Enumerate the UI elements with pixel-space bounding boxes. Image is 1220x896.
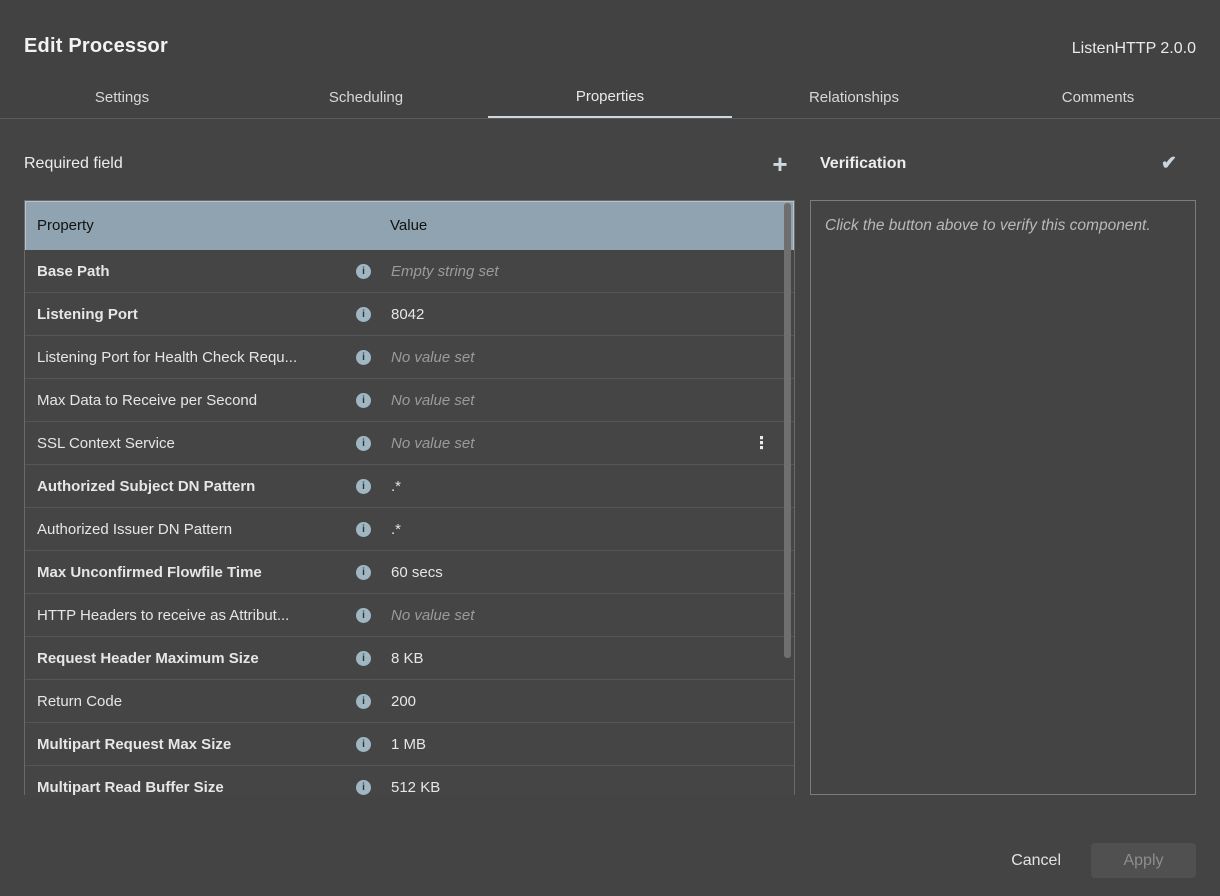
table-scrollbar-thumb[interactable]: [784, 203, 791, 658]
property-value[interactable]: No value set: [391, 607, 474, 624]
table-row[interactable]: Request Header Maximum Sizei 8 KB: [25, 637, 794, 680]
tab-relationships[interactable]: Relationships: [732, 76, 976, 118]
property-value[interactable]: Empty string set: [391, 263, 499, 280]
verification-message: Click the button above to verify this co…: [811, 201, 1195, 252]
add-property-button[interactable]: +: [765, 149, 795, 179]
table-row[interactable]: Multipart Request Max Sizei 1 MB: [25, 723, 794, 766]
table-row[interactable]: Return Codei 200: [25, 680, 794, 723]
info-icon[interactable]: i: [356, 522, 371, 537]
property-value[interactable]: No value set: [391, 435, 474, 452]
column-header-value: Value: [390, 217, 427, 234]
table-row[interactable]: Authorized Subject DN Patterni .*: [25, 465, 794, 508]
property-name: Authorized Issuer DN Pattern: [37, 521, 356, 538]
column-header-property: Property: [37, 217, 390, 234]
info-icon[interactable]: i: [356, 737, 371, 752]
property-name: Listening Port: [37, 306, 356, 323]
property-name: Base Path: [37, 263, 356, 280]
table-row[interactable]: Multipart Read Buffer Sizei 512 KB: [25, 766, 794, 795]
table-row[interactable]: Listening Porti 8042: [25, 293, 794, 336]
table-header-row: Property Value: [25, 201, 794, 250]
property-name: Listening Port for Health Check Requ...: [37, 349, 356, 366]
property-value[interactable]: .*: [391, 478, 401, 495]
properties-section-header: Required field +: [24, 148, 795, 180]
tab-bar: Settings Scheduling Properties Relations…: [0, 76, 1220, 119]
property-value[interactable]: .*: [391, 521, 401, 538]
apply-button[interactable]: Apply: [1091, 843, 1196, 878]
property-name: Return Code: [37, 693, 356, 710]
table-row[interactable]: HTTP Headers to receive as Attribut...i N…: [25, 594, 794, 637]
property-name: Authorized Subject DN Pattern: [37, 478, 356, 495]
verification-label: Verification: [820, 155, 906, 173]
property-value[interactable]: 8042: [391, 306, 424, 323]
dialog-title: Edit Processor: [24, 35, 168, 58]
tab-settings[interactable]: Settings: [0, 76, 244, 118]
property-name: SSL Context Service: [37, 435, 356, 452]
info-icon[interactable]: i: [356, 694, 371, 709]
edit-processor-dialog: Edit Processor ListenHTTP 2.0.0 Settings…: [0, 0, 1220, 896]
plus-icon: +: [772, 149, 787, 179]
info-icon[interactable]: i: [356, 264, 371, 279]
verification-section-header: Verification ✔: [820, 148, 1184, 180]
required-field-label: Required field: [24, 155, 123, 173]
property-name: Request Header Maximum Size: [37, 650, 356, 667]
tab-comments[interactable]: Comments: [976, 76, 1220, 118]
property-value[interactable]: 60 secs: [391, 564, 443, 581]
info-icon[interactable]: i: [356, 608, 371, 623]
tab-scheduling[interactable]: Scheduling: [244, 76, 488, 118]
verification-panel: Click the button above to verify this co…: [810, 200, 1196, 795]
property-value[interactable]: 512 KB: [391, 779, 440, 796]
info-icon[interactable]: i: [356, 350, 371, 365]
property-name: Max Data to Receive per Second: [37, 392, 356, 409]
dialog-footer: Cancel Apply: [1003, 843, 1196, 878]
table-row[interactable]: Listening Port for Health Check Requ...i…: [25, 336, 794, 379]
properties-table: Property Value Base PathiEmpty string se…: [24, 200, 795, 795]
table-row[interactable]: Max Unconfirmed Flowfile Timei 60 secs: [25, 551, 794, 594]
check-icon: ✔: [1161, 149, 1177, 179]
verify-button[interactable]: ✔: [1154, 149, 1184, 179]
property-name: Multipart Request Max Size: [37, 736, 356, 753]
more-options-icon[interactable]: ⋮: [753, 435, 770, 452]
property-name: Multipart Read Buffer Size: [37, 779, 356, 796]
info-icon[interactable]: i: [356, 393, 371, 408]
info-icon[interactable]: i: [356, 780, 371, 795]
table-row[interactable]: Base Pathi Empty string set: [25, 250, 794, 293]
property-value[interactable]: No value set: [391, 392, 474, 409]
property-name: HTTP Headers to receive as Attribut...: [37, 607, 356, 624]
tab-properties[interactable]: Properties: [488, 76, 732, 118]
property-value[interactable]: 200: [391, 693, 416, 710]
property-value[interactable]: 1 MB: [391, 736, 426, 753]
table-row[interactable]: Authorized Issuer DN Patterni .*: [25, 508, 794, 551]
info-icon[interactable]: i: [356, 436, 371, 451]
info-icon[interactable]: i: [356, 479, 371, 494]
property-name: Max Unconfirmed Flowfile Time: [37, 564, 356, 581]
info-icon[interactable]: i: [356, 307, 371, 322]
property-value[interactable]: 8 KB: [391, 650, 424, 667]
table-row[interactable]: SSL Context Servicei No value set ⋮: [25, 422, 794, 465]
processor-type-version: ListenHTTP 2.0.0: [1072, 40, 1196, 58]
cancel-button[interactable]: Cancel: [1003, 852, 1069, 870]
properties-table-body: Base PathiEmpty string setListening Port…: [25, 250, 794, 795]
property-value[interactable]: No value set: [391, 349, 474, 366]
info-icon[interactable]: i: [356, 565, 371, 580]
table-row[interactable]: Max Data to Receive per Secondi No value …: [25, 379, 794, 422]
info-icon[interactable]: i: [356, 651, 371, 666]
